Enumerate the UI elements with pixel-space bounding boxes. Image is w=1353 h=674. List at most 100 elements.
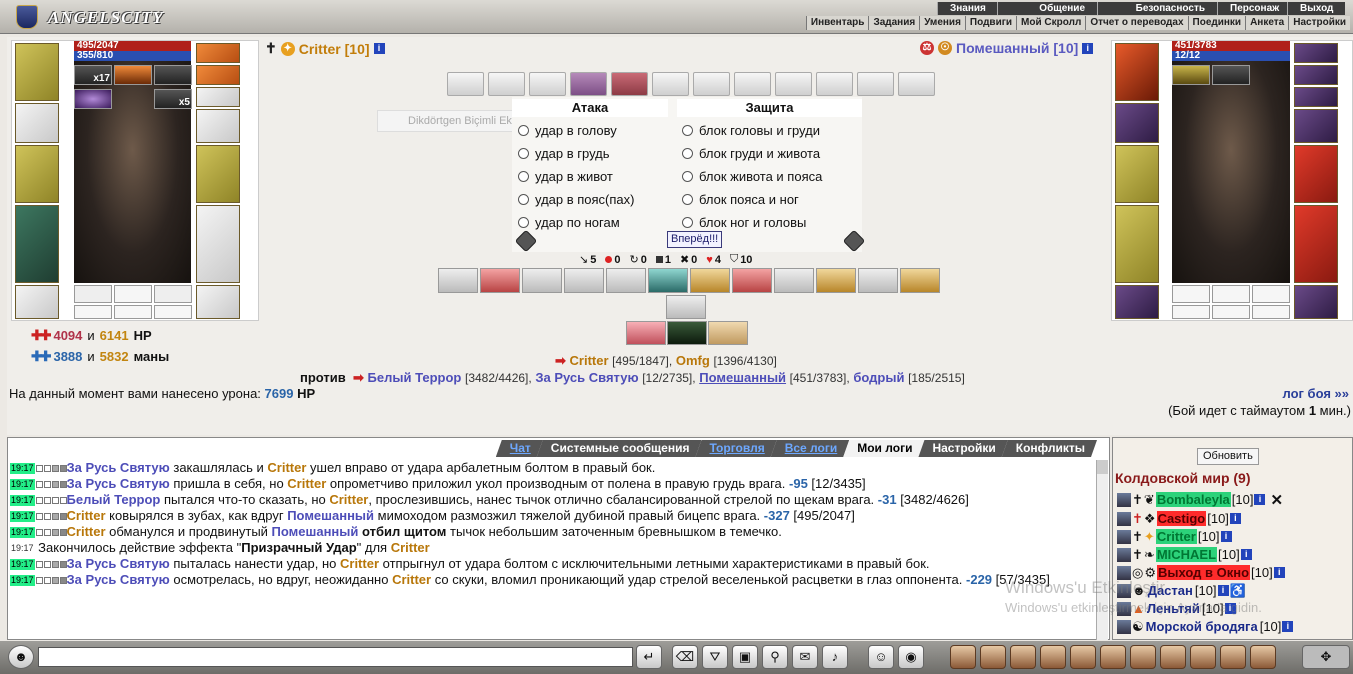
tab-settings[interactable]: Настройки [918, 440, 1007, 457]
submenu-my-scroll[interactable]: Мой Скролл [1016, 16, 1086, 30]
player-name[interactable]: Critter [1155, 529, 1197, 544]
left-fighter-name[interactable]: Critter [10] [299, 41, 370, 57]
fight-icon[interactable] [1117, 529, 1131, 544]
filter-icon[interactable]: ⛛ [702, 645, 728, 669]
close-icon[interactable]: ✕ [1270, 491, 1283, 509]
tab-system[interactable]: Системные сообщения [537, 440, 702, 457]
save-icon[interactable]: ▣ [732, 645, 758, 669]
puzzle-icon[interactable]: ✥ [1302, 645, 1350, 669]
menu-communication[interactable]: Общение [997, 2, 1097, 15]
submenu-skills[interactable]: Умения [919, 16, 965, 30]
scroll-slot[interactable] [898, 72, 935, 96]
log-target[interactable]: Помешанный [272, 524, 359, 539]
radio-button[interactable] [518, 148, 529, 159]
info-icon[interactable]: i [373, 43, 385, 54]
attack-head[interactable]: удар в голову [518, 123, 617, 138]
log-target[interactable]: Critter [340, 556, 379, 571]
buff-slot-5[interactable]: x5 [154, 89, 192, 109]
log-target[interactable]: Critter [392, 572, 431, 587]
skill-slot[interactable] [858, 268, 898, 293]
scroll-icon[interactable] [1070, 645, 1096, 669]
tab-chat[interactable]: Чат [496, 440, 543, 457]
fight-menu-icon[interactable] [980, 645, 1006, 669]
leggings-slot[interactable] [1294, 205, 1338, 283]
submenu-profile[interactable]: Анкета [1245, 16, 1289, 30]
gloves-slot[interactable] [1115, 103, 1159, 143]
buff-slot-1[interactable] [1172, 65, 1210, 85]
info-icon[interactable]: i [1229, 513, 1241, 524]
info-icon[interactable]: i [1220, 531, 1232, 542]
money-icon[interactable] [1010, 645, 1036, 669]
skill-slot[interactable] [666, 295, 706, 319]
log-actor[interactable]: Critter [67, 508, 106, 523]
scroll-slot-active[interactable] [570, 72, 607, 96]
attack-chest[interactable]: удар в грудь [518, 146, 610, 161]
log-actor[interactable]: За Русь Святую [67, 460, 170, 475]
amulet-slot[interactable] [1294, 43, 1338, 63]
player-name[interactable]: Bombaleyla [1155, 492, 1231, 507]
fight-icon[interactable] [1117, 547, 1131, 562]
radio-button[interactable] [682, 148, 693, 159]
exit-icon[interactable] [1250, 645, 1276, 669]
empty-slot-4[interactable] [1172, 305, 1210, 319]
team-member-omfg[interactable]: Omfg [676, 353, 710, 368]
team-member-critter[interactable]: Critter [570, 353, 609, 368]
scroll-thumb[interactable] [1097, 460, 1108, 474]
shield-right-icon[interactable] [842, 229, 866, 253]
buff-slot-3[interactable] [154, 65, 192, 85]
empty-slot-2[interactable] [74, 305, 112, 319]
quiver-slot[interactable] [196, 145, 240, 203]
gloves-slot[interactable] [15, 103, 59, 143]
submenu-feats[interactable]: Подвиги [964, 16, 1017, 30]
skill-slot[interactable] [708, 321, 748, 345]
buff-slot-1[interactable]: x17 [74, 65, 112, 85]
log-target[interactable]: Critter [391, 540, 430, 555]
empty-slot-5[interactable] [1212, 305, 1250, 319]
block-head-chest[interactable]: блок головы и груди [682, 123, 820, 138]
group-icon[interactable] [1190, 645, 1216, 669]
scroll-slot[interactable] [447, 72, 484, 96]
player-name[interactable]: Castigo [1156, 511, 1207, 526]
log-target[interactable]: Помешанный [287, 508, 374, 523]
message-input[interactable] [38, 647, 633, 667]
scroll-slot[interactable] [816, 72, 853, 96]
buff-slot-4[interactable] [74, 89, 112, 109]
block-belly-waist[interactable]: блок живота и пояса [682, 169, 822, 184]
right-fighter-name[interactable]: Помешанный [10] [956, 40, 1078, 56]
enemy-bodry[interactable]: бодрый [853, 370, 904, 385]
player-name[interactable]: Морской бродяга [1145, 619, 1259, 634]
attack-legs[interactable]: удар по ногам [518, 215, 620, 230]
camera-icon[interactable]: ◉ [898, 645, 924, 669]
skill-slot[interactable] [438, 268, 478, 293]
shield-slot[interactable] [1294, 145, 1338, 203]
walk-icon[interactable]: ⚲ [762, 645, 788, 669]
armor-slot[interactable] [1115, 205, 1159, 283]
log-actor[interactable]: За Русь Святую [67, 556, 170, 571]
attack-groin[interactable]: удар в пояс(пах) [518, 192, 634, 207]
eraser-icon[interactable]: ⌫ [672, 645, 698, 669]
enemy-za-rus[interactable]: За Русь Святую [535, 370, 638, 385]
buff-slot-2[interactable] [1212, 65, 1250, 85]
submenu-settings[interactable]: Настройки [1288, 16, 1350, 30]
tab-my-logs[interactable]: Мои логи [843, 440, 924, 457]
log-actor[interactable]: Белый Террор [67, 492, 161, 507]
earring-slot[interactable] [1294, 65, 1338, 85]
scroll-slot[interactable] [529, 72, 566, 96]
scroll-slot[interactable] [857, 72, 894, 96]
skill-slot[interactable] [667, 321, 707, 345]
block-legs-head[interactable]: блок ног и головы [682, 215, 806, 230]
buff-slot-2[interactable] [114, 65, 152, 85]
boots-slot[interactable] [196, 285, 240, 319]
empty-slot-1[interactable] [114, 285, 152, 303]
leggings-slot[interactable] [196, 205, 240, 283]
skill-slot[interactable] [732, 268, 772, 293]
house-icon[interactable] [1160, 645, 1186, 669]
submenu-inventory[interactable]: Инвентарь [805, 16, 869, 30]
skill-slot[interactable] [774, 268, 814, 293]
skill-slot[interactable] [816, 268, 856, 293]
map-icon[interactable] [1130, 645, 1156, 669]
radio-button[interactable] [682, 217, 693, 228]
skill-slot[interactable] [626, 321, 666, 345]
bag-icon[interactable] [950, 645, 976, 669]
boots-left-slot[interactable] [15, 285, 59, 319]
